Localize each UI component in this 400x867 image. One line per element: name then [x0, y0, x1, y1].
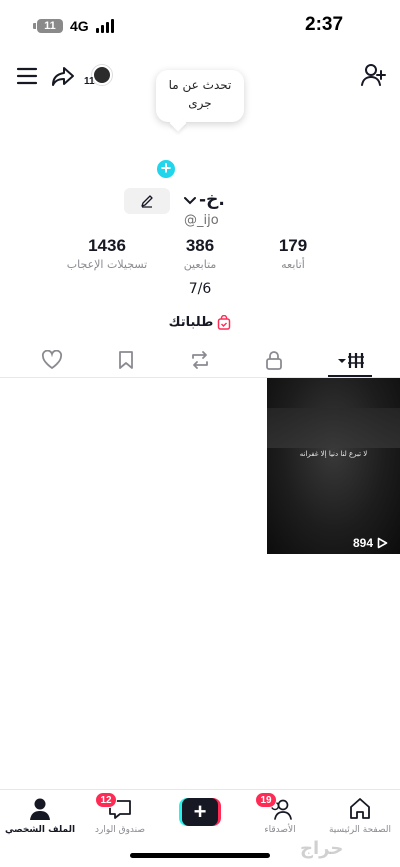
chevron-down-icon: [184, 197, 196, 205]
grid-icon: [338, 353, 364, 368]
add-friend-icon[interactable]: [360, 62, 388, 88]
share-icon[interactable]: [50, 64, 76, 88]
create-button[interactable]: +: [179, 798, 221, 826]
video-background: [267, 408, 400, 448]
nav-inbox[interactable]: 12 صندوق الوارد: [80, 792, 160, 835]
lock-icon: [266, 351, 282, 370]
nav-home[interactable]: الصفحة الرئيسية: [320, 796, 400, 835]
inbox-icon: 12: [95, 792, 133, 822]
home-icon: [347, 796, 373, 822]
avatar: [92, 65, 112, 85]
nav-profile-label: الملف الشخصي: [4, 825, 76, 835]
home-indicator[interactable]: [130, 853, 270, 858]
video-views: 894: [353, 536, 388, 550]
nav-friends-label: الأصدقاء: [264, 825, 296, 835]
display-name: -خ.: [199, 190, 225, 210]
nav-friends[interactable]: 19 الأصدقاء: [240, 792, 320, 835]
signal-icon: [96, 17, 116, 33]
edit-icon: [141, 195, 153, 208]
tab-reposts[interactable]: [186, 346, 214, 374]
notification-count: 11: [84, 76, 95, 87]
watermark: حراج: [300, 838, 344, 859]
profile-tabs: [0, 342, 400, 378]
following-label: أتابعه: [281, 258, 305, 271]
inbox-badge: 12: [95, 792, 117, 808]
repost-icon: [192, 351, 208, 369]
orders-link[interactable]: طلباتك: [160, 311, 240, 333]
account-switcher-chevron[interactable]: [183, 194, 197, 208]
likes-stat[interactable]: 1436 تسجيلات الإعجاب: [62, 236, 152, 271]
username: @_ijo: [184, 213, 219, 228]
friends-icon: 19: [255, 792, 293, 822]
nav-home-label: الصفحة الرئيسية: [328, 825, 392, 835]
battery-tip: [33, 23, 36, 29]
nav-profile[interactable]: الملف الشخصي: [0, 796, 80, 835]
nav-inbox-label: صندوق الوارد: [94, 825, 146, 835]
plus-icon: +: [182, 798, 218, 826]
active-tab-indicator: [328, 375, 372, 377]
following-count: 179: [278, 236, 308, 255]
profile-icon: [27, 796, 53, 822]
status-bar: 11 4G 2:37: [0, 0, 400, 54]
tab-videos[interactable]: [336, 346, 366, 374]
followers-count: 386: [185, 236, 215, 255]
video-caption: لا تبرع لنا دنيا إلا غفرانه: [299, 450, 368, 458]
followers-label: متابعين: [183, 258, 217, 271]
video-thumbnail[interactable]: لا تبرع لنا دنيا إلا غفرانه 894: [267, 378, 400, 554]
clock: 2:37: [305, 14, 344, 35]
battery-indicator: 11: [37, 19, 63, 33]
tab-liked[interactable]: [38, 346, 66, 374]
orders-label: طلباتك: [168, 314, 214, 330]
bookmark-icon: [119, 351, 133, 369]
tab-private[interactable]: [260, 346, 288, 374]
menu-icon[interactable]: [14, 64, 40, 88]
edit-profile-button[interactable]: [124, 188, 170, 214]
view-count: 894: [353, 536, 374, 550]
friends-badge: 19: [255, 792, 277, 808]
play-icon: [377, 537, 388, 549]
network-type: 4G: [70, 18, 89, 34]
heart-icon: [41, 350, 63, 370]
likes-count: 1436: [88, 236, 126, 255]
bio: 7/6: [188, 281, 212, 297]
tab-favorites[interactable]: [112, 346, 140, 374]
status-bubble[interactable]: تحدث عن ما جرى: [156, 70, 244, 122]
following-stat[interactable]: 179 أتابعه: [248, 236, 338, 271]
followers-stat[interactable]: 386 متابعين: [155, 236, 245, 271]
shopping-bag-icon: [218, 314, 231, 330]
likes-label: تسجيلات الإعجاب: [66, 258, 148, 271]
add-photo-button[interactable]: +: [155, 158, 177, 180]
notifications-avatar[interactable]: 11: [84, 63, 114, 91]
